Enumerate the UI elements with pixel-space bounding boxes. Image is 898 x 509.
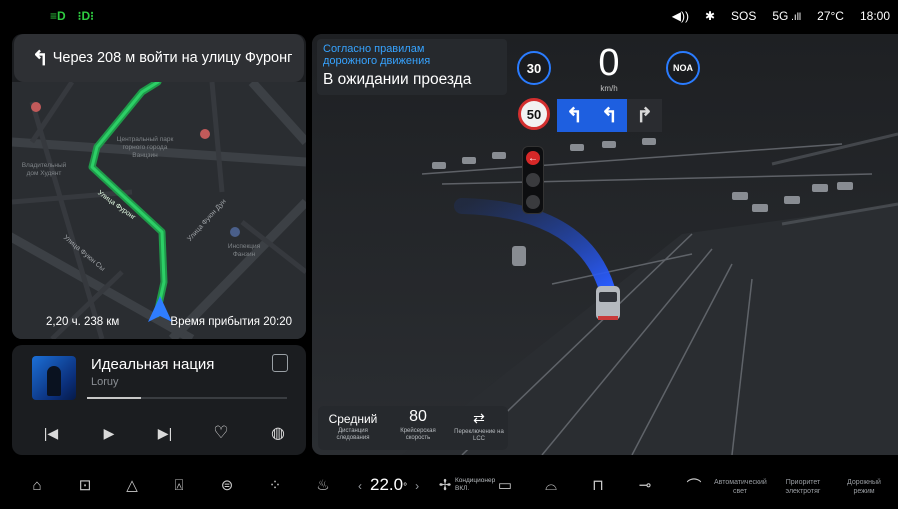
swap-icon: ⇄ xyxy=(473,410,485,426)
road-mode-toggle[interactable]: Дорожный режим xyxy=(840,479,888,496)
map-roads xyxy=(12,78,306,339)
poi-park[interactable]: Центральный парк горного города Ванцзин xyxy=(110,136,180,160)
poi-inspection[interactable]: Инспекция Фанзин xyxy=(224,243,264,259)
temp-up-icon[interactable]: › xyxy=(415,479,419,493)
lock-icon[interactable]: ⊓ xyxy=(587,474,609,496)
next-icon[interactable]: ▶| xyxy=(152,420,178,446)
climate-temperature[interactable]: ‹ 22.0° › xyxy=(350,475,427,495)
noa-button[interactable]: NOA xyxy=(666,51,700,85)
speedometer: 0 km/h xyxy=(588,42,630,93)
front-defrost-icon[interactable]: ⌓ xyxy=(540,474,562,496)
wiper-icon[interactable]: ⌒ xyxy=(683,474,705,496)
sos-label[interactable]: SOS xyxy=(731,9,756,23)
notice-subtitle: Согласно правилам дорожного движения xyxy=(323,43,431,67)
playback-controls: |◀ ▶ ▶| ♡ ◍ xyxy=(12,420,306,446)
speed-value: 0 xyxy=(598,42,620,84)
poi-house[interactable]: Владительный дом Худянт xyxy=(18,162,70,178)
screen-icon[interactable]: ⊡ xyxy=(74,474,96,496)
media-icon[interactable]: ⊜ xyxy=(216,474,238,496)
turn-instruction[interactable]: ↰ Через 208 м войти на улицу Фуронг xyxy=(14,34,304,82)
headlight-icon: ≡D xyxy=(50,9,66,23)
priority-toggle[interactable]: Приоритет электротяг xyxy=(778,479,828,496)
speed-limit-sign: 50 xyxy=(518,98,550,130)
rear-defrost-icon[interactable]: ▭ xyxy=(494,474,516,496)
notice-title: В ожидании проезда xyxy=(323,71,472,88)
network-label: 5G xyxy=(772,9,789,23)
outside-temperature: 27°C xyxy=(817,9,844,23)
car-icon[interactable]: ⍓ xyxy=(168,474,190,496)
apps-icon[interactable]: ⁘ xyxy=(264,474,286,496)
turn-instruction-text: Через 208 м войти на улицу Фуронг xyxy=(52,50,293,66)
traffic-notice: Согласно правилам дорожного движения В о… xyxy=(317,39,507,95)
road-scene xyxy=(312,34,898,455)
speed-unit: km/h xyxy=(600,84,618,93)
previous-icon[interactable]: |◀ xyxy=(38,420,64,446)
remaining-distance: 2,20 ч. 238 км xyxy=(46,316,120,328)
current-speed-limit: 30 xyxy=(517,51,551,85)
driving-view: Согласно правилам дорожного движения В о… xyxy=(312,34,898,455)
arrival-time: Время прибытия 20:20 xyxy=(170,316,292,328)
lane-guidance: ↰ ↰ ↱ xyxy=(557,99,662,132)
song-artist: Loruy xyxy=(91,376,119,388)
temp-down-icon[interactable]: ‹ xyxy=(358,479,362,493)
turn-left-icon: ↰ xyxy=(592,99,627,132)
auto-light-toggle[interactable]: Автоматический свет xyxy=(714,479,767,496)
navigation-icon[interactable]: △ xyxy=(121,474,143,496)
status-bar: ≡D ⁝D⁝ ◀)) ✱ SOS 5G .ıll 27°C 18:00 xyxy=(0,0,898,32)
navigation-panel[interactable]: ↰ Через 208 м войти на улицу Фуронг Цент… xyxy=(12,34,306,339)
cruise-speed[interactable]: 80 Крейсерская скорость xyxy=(390,408,446,442)
bluetooth-icon: ✱ xyxy=(704,9,716,23)
album-art[interactable] xyxy=(32,356,76,400)
temp-value: 22.0 xyxy=(370,475,404,494)
follow-distance-label: Дистанция следования xyxy=(336,428,370,441)
progress-bar[interactable] xyxy=(87,397,287,399)
cruise-speed-value: 80 xyxy=(409,408,427,425)
traffic-light-icon: ← xyxy=(522,146,544,214)
cruise-speed-label: Крейсерская скорость xyxy=(400,428,436,441)
follow-distance-value: Средний xyxy=(328,412,378,426)
map[interactable]: Центральный парк горного города Ванцзин … xyxy=(12,78,306,339)
play-icon[interactable]: ▶ xyxy=(96,420,122,446)
song-title: Идеальная нация xyxy=(91,356,215,373)
signal-icon: .ıll xyxy=(788,12,802,23)
network-status: 5G .ıll xyxy=(772,9,801,23)
turn-left-icon: ↰ xyxy=(557,99,592,132)
lcc-switch[interactable]: ⇄ Переключение на LCC xyxy=(452,410,506,443)
globe-icon[interactable]: ◍ xyxy=(265,420,291,446)
temp-unit: ° xyxy=(403,482,408,493)
fan-icon[interactable]: ✢ xyxy=(434,474,456,496)
turn-right-icon: ↱ xyxy=(627,99,662,132)
volume-icon[interactable]: ◀)) xyxy=(672,9,689,23)
ac-status[interactable]: Кондиционер ВКЛ. xyxy=(455,477,495,493)
lcc-label: Переключение на LCC xyxy=(454,429,504,442)
turn-left-icon: ↰ xyxy=(32,47,49,70)
cruise-settings: Средний Дистанция следования 80 Крейсерс… xyxy=(318,406,508,450)
heart-icon[interactable]: ♡ xyxy=(208,420,234,446)
bottom-dock: ⌂ ⊡ △ ⍓ ⊜ ⁘ ♨ ‹ 22.0° › ✢ Кондиционер ВКЛ.… xyxy=(0,462,898,509)
mirror-icon[interactable]: ⊸ xyxy=(634,474,656,496)
seat-heat-icon[interactable]: ♨ xyxy=(312,474,334,496)
follow-distance[interactable]: Средний Дистанция следования xyxy=(326,410,380,442)
playlist-icon[interactable] xyxy=(272,354,288,372)
clock: 18:00 xyxy=(859,9,890,23)
progress-fill xyxy=(87,397,141,399)
music-player[interactable]: Идеальная нация Loruy |◀ ▶ ▶| ♡ ◍ xyxy=(12,345,306,455)
home-icon[interactable]: ⌂ xyxy=(26,474,48,496)
parking-light-icon: ⁝D⁝ xyxy=(77,9,94,23)
